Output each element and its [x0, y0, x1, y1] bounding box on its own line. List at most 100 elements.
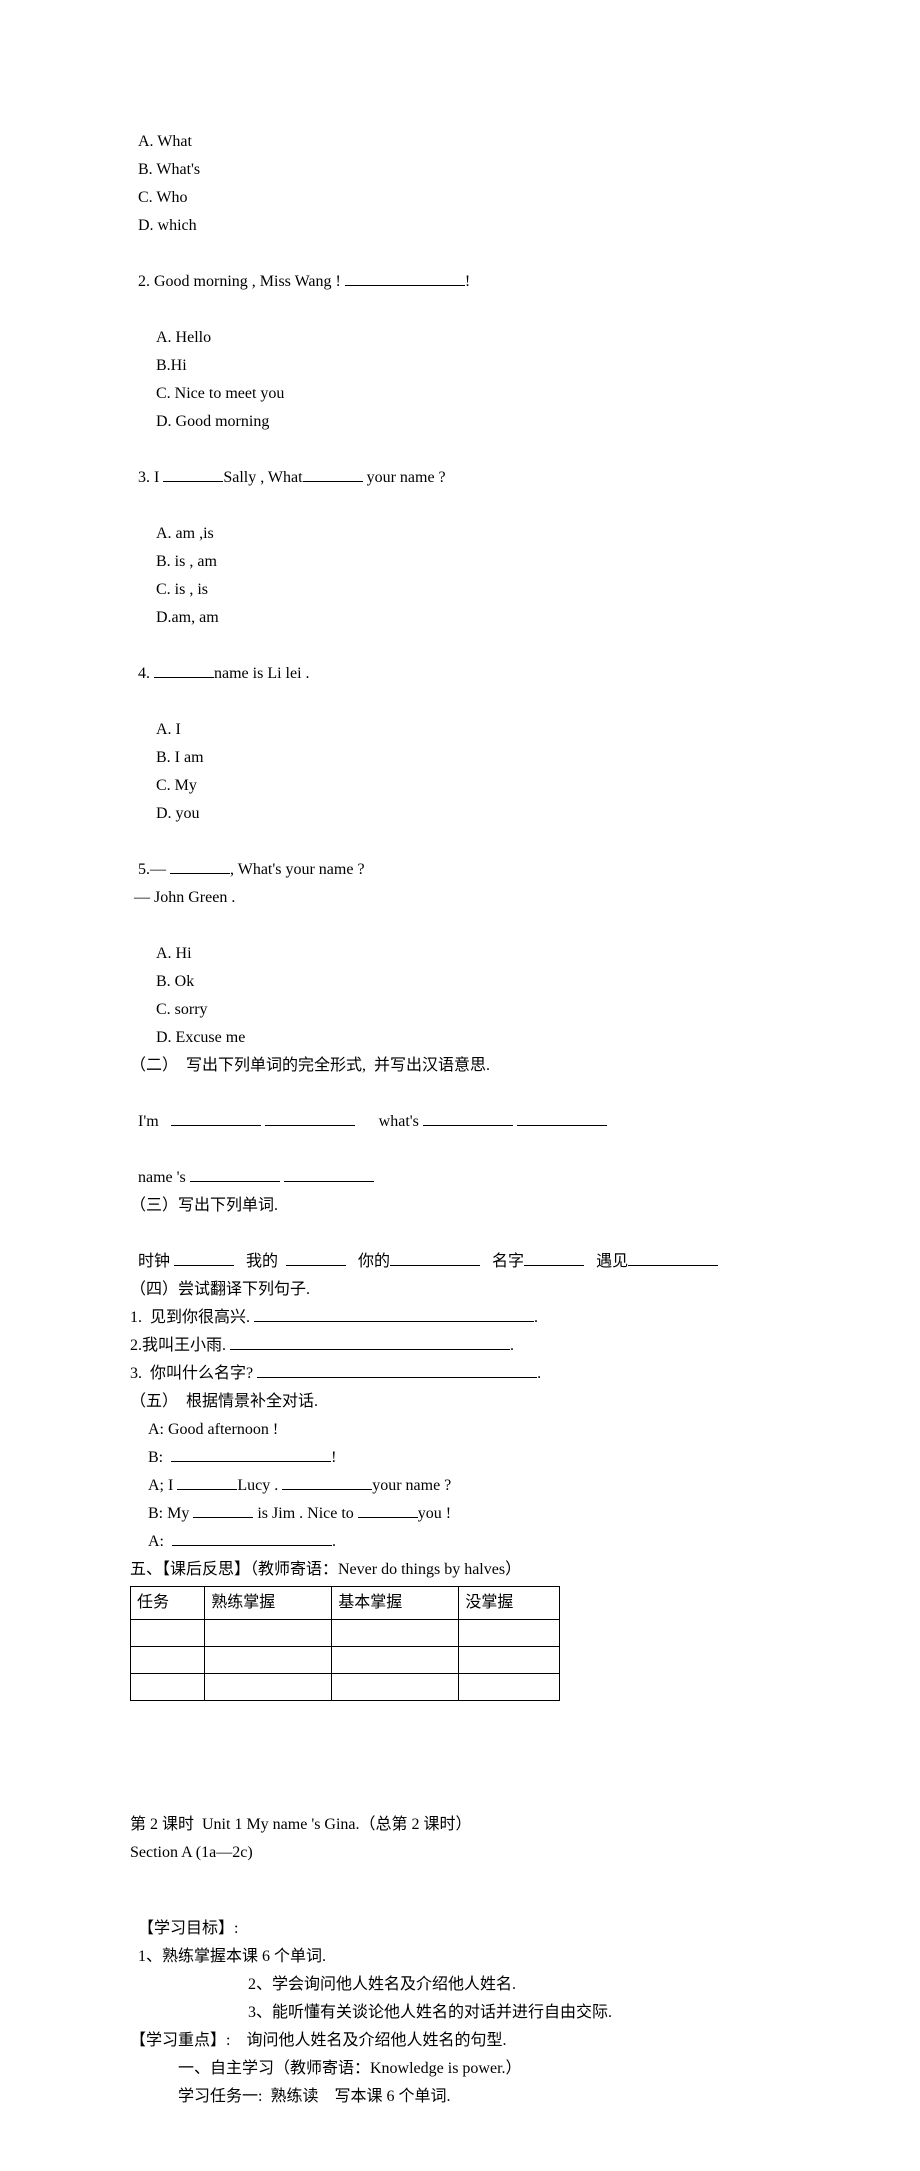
cell[interactable] — [459, 1647, 560, 1674]
sub2: 学习任务一: 熟练读 写本课 6 个单词. — [178, 2088, 450, 2105]
blank[interactable] — [284, 1167, 374, 1182]
blank[interactable] — [282, 1475, 372, 1490]
q3-a: A. am ,is — [156, 525, 214, 542]
cell[interactable] — [131, 1674, 205, 1701]
blank[interactable] — [171, 1447, 331, 1462]
cell[interactable] — [459, 1674, 560, 1701]
blank[interactable] — [177, 1475, 237, 1490]
q5-a: A. Hi — [156, 945, 192, 962]
q3-c: C. is , is — [156, 581, 208, 598]
blank[interactable] — [257, 1363, 537, 1378]
part4-s3-text: 3. 你叫什么名字? — [130, 1365, 257, 1382]
part5-title: （五） 根据情景补全对话. — [130, 1388, 790, 1416]
blank[interactable] — [390, 1251, 480, 1266]
obj3: 3、能听懂有关谈论他人姓名的对话并进行自由交际. — [248, 2004, 612, 2021]
obj-title: 【学习目标】: — [138, 1920, 238, 1937]
q2-stem-post: ! — [465, 273, 470, 290]
part4-s3: 3. 你叫什么名字? . — [130, 1360, 790, 1388]
reflect-table: 任务 熟练掌握 基本掌握 没掌握 — [130, 1586, 560, 1701]
table-row — [131, 1674, 560, 1701]
part4-title: （四）尝试翻译下列句子. — [130, 1276, 790, 1304]
blank[interactable] — [517, 1111, 607, 1126]
q5-c: C. sorry — [156, 1001, 208, 1018]
part4-s1-text: 1. 见到你很高兴. — [130, 1309, 254, 1326]
q3-stem: 3. I Sally , What your name ? — [130, 436, 790, 492]
p5-b2-post: you ! — [418, 1505, 451, 1522]
obj2: 2、学会询问他人姓名及介绍他人姓名. — [248, 1976, 516, 1993]
blank[interactable] — [163, 467, 223, 482]
q3-options: A. am ,is B. is , am C. is , is D.am, am — [130, 492, 790, 632]
cell[interactable] — [332, 1647, 459, 1674]
blank[interactable] — [193, 1503, 253, 1518]
cell[interactable] — [459, 1620, 560, 1647]
table-row — [131, 1647, 560, 1674]
blank[interactable] — [170, 859, 230, 874]
table-header-row: 任务 熟练掌握 基本掌握 没掌握 — [131, 1587, 560, 1620]
part2-im: I'm — [138, 1113, 171, 1130]
q2-stem-pre: 2. Good morning , Miss Wang ! — [138, 273, 345, 290]
p5-b2-pre: B: My — [148, 1505, 193, 1522]
q1-b: B. What's — [138, 161, 200, 178]
q1-c: C. Who — [138, 189, 187, 206]
blank[interactable] — [423, 1111, 513, 1126]
blank[interactable] — [345, 271, 465, 286]
cell[interactable] — [332, 1674, 459, 1701]
blank[interactable] — [172, 1531, 332, 1546]
q3-d: D.am, am — [156, 609, 219, 626]
q5-options: A. Hi B. Ok C. sorry D. Excuse me — [130, 912, 790, 1052]
cell[interactable] — [205, 1620, 332, 1647]
cell[interactable] — [205, 1647, 332, 1674]
q3-pre: 3. I — [138, 469, 163, 486]
part3-w2: 我的 — [234, 1253, 286, 1270]
q4-post: name is Li lei . — [214, 665, 310, 682]
blank[interactable] — [171, 1111, 261, 1126]
lesson2-sub2: 学习任务一: 熟练读 写本课 6 个单词. — [130, 2083, 790, 2111]
p5-a2-post: your name ? — [372, 1477, 451, 1494]
cell[interactable] — [205, 1674, 332, 1701]
blank[interactable] — [628, 1251, 718, 1266]
part3-w3: 你的 — [346, 1253, 390, 1270]
part3-title: （三）写出下列单词. — [130, 1192, 790, 1220]
cell[interactable] — [131, 1620, 205, 1647]
blank[interactable] — [303, 467, 363, 482]
q2-options: A. Hello B.Hi C. Nice to meet you D. Goo… — [130, 296, 790, 436]
lesson2-line2: Section A (1a—2c) — [130, 1839, 790, 1867]
part5-b2: B: My is Jim . Nice to you ! — [130, 1500, 790, 1528]
blank[interactable] — [254, 1307, 534, 1322]
th-master: 熟练掌握 — [205, 1587, 332, 1620]
q2-c: C. Nice to meet you — [156, 385, 284, 402]
cell[interactable] — [332, 1620, 459, 1647]
part2-row2: name 's — [130, 1136, 790, 1192]
q5-b: B. Ok — [156, 973, 194, 990]
blank[interactable] — [265, 1111, 355, 1126]
part2-row1: I'm what's — [130, 1080, 790, 1136]
blank[interactable] — [358, 1503, 418, 1518]
reflect-title: 五、【课后反思】（教师寄语：Never do things by halves） — [130, 1556, 790, 1584]
part2-whats: what's — [355, 1113, 423, 1130]
q2-stem: 2. Good morning , Miss Wang ! ! — [130, 240, 790, 296]
blank[interactable] — [174, 1251, 234, 1266]
p5-b1-pre: B: — [148, 1449, 171, 1466]
blank[interactable] — [230, 1335, 510, 1350]
part5-b1: B: ! — [130, 1444, 790, 1472]
blank[interactable] — [524, 1251, 584, 1266]
q4-a: A. I — [156, 721, 181, 738]
blank[interactable] — [190, 1167, 280, 1182]
cell[interactable] — [131, 1647, 205, 1674]
part2-title: （二） 写出下列单词的完全形式, 并写出汉语意思. — [130, 1052, 790, 1080]
p5-a2-mid: Lucy . — [237, 1477, 282, 1494]
blank[interactable] — [154, 663, 214, 678]
p5-a3-pre: A: — [148, 1533, 172, 1550]
p5-a2-pre: A; I — [148, 1477, 177, 1494]
q4-options: A. I B. I am C. My D. you — [130, 688, 790, 828]
p5-b1-post: ! — [331, 1449, 336, 1466]
q1-d: D. which — [138, 217, 197, 234]
q4-d: D. you — [156, 805, 200, 822]
part5-a1: A: Good afternoon ! — [130, 1416, 790, 1444]
q4-stem: 4. name is Li lei . — [130, 632, 790, 688]
lesson2-sub1: 一、自主学习（教师寄语：Knowledge is power.） — [130, 2055, 790, 2083]
blank[interactable] — [286, 1251, 346, 1266]
q4-b: B. I am — [156, 749, 204, 766]
q3-b: B. is , am — [156, 553, 217, 570]
q2-d: D. Good morning — [156, 413, 269, 430]
